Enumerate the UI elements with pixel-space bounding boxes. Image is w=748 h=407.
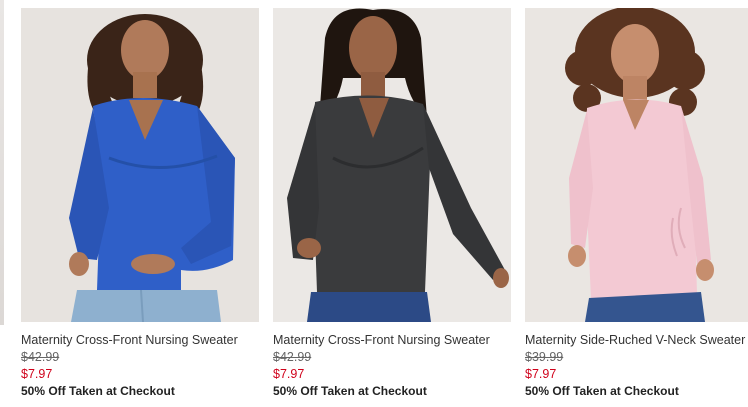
promo-message: 50% Off Taken at Checkout [21, 384, 175, 398]
face [349, 16, 397, 80]
product-name[interactable]: Maternity Cross-Front Nursing Sweater [273, 333, 511, 348]
product-card-charcoal-cross-front-sweater[interactable]: Maternity Cross-Front Nursing Sweater $4… [273, 8, 511, 404]
original-price: $42.99 [21, 350, 60, 364]
neck [133, 72, 157, 98]
promo-message: 50% Off Taken at Checkout [525, 384, 679, 398]
product-image[interactable] [21, 8, 259, 322]
original-price: $42.99 [273, 350, 312, 364]
product-card-pink-side-ruched-sweater[interactable]: Maternity Side-Ruched V-Neck Sweater $39… [525, 8, 748, 404]
neck [623, 76, 647, 102]
original-price: $39.99 [525, 350, 564, 364]
sale-price: $7.97 [21, 367, 53, 381]
product-image[interactable] [273, 8, 511, 322]
face [611, 24, 659, 84]
sale-price: $7.97 [273, 367, 305, 381]
sweater [587, 99, 697, 300]
face [121, 20, 169, 80]
promo-message: 50% Off Taken at Checkout [273, 384, 427, 398]
sale-price: $7.97 [525, 367, 557, 381]
product-grid: Maternity Cross-Front Nursing Sweater $4… [0, 0, 748, 407]
product-image[interactable] [525, 8, 748, 322]
jeans [307, 292, 431, 322]
product-name[interactable]: Maternity Side-Ruched V-Neck Sweater [525, 333, 748, 348]
product-card-blue-cross-front-sweater[interactable]: Maternity Cross-Front Nursing Sweater $4… [21, 8, 259, 404]
product-name[interactable]: Maternity Cross-Front Nursing Sweater [21, 333, 259, 348]
jeans [71, 290, 221, 322]
